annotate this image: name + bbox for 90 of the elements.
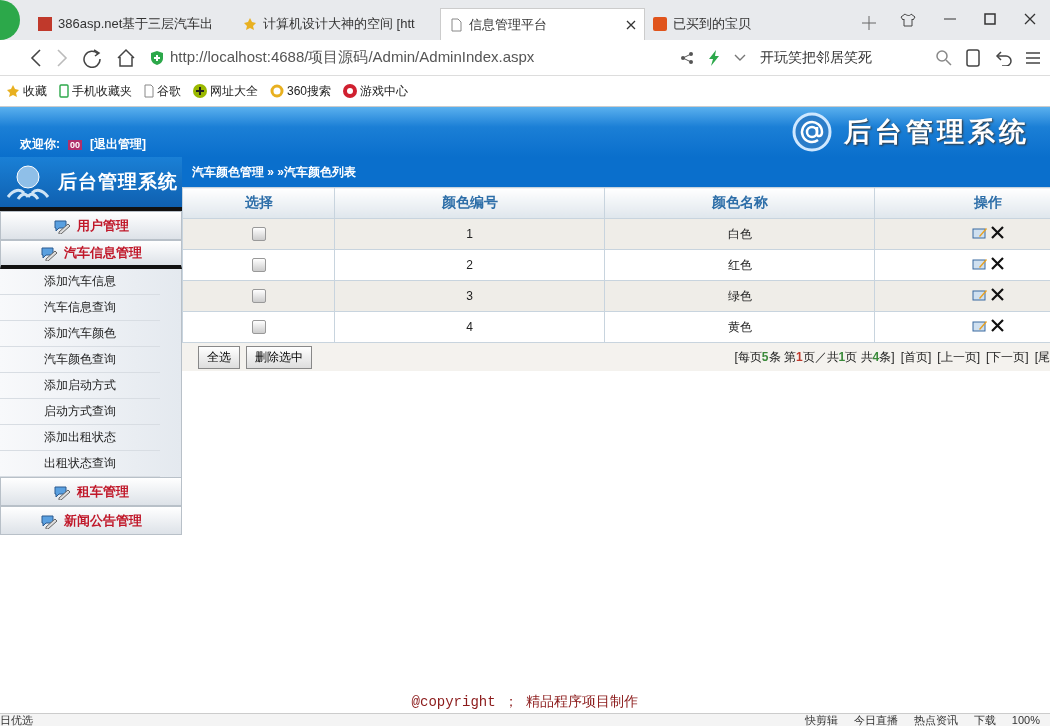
column-header: 操作 <box>874 187 1050 219</box>
pager-link[interactable]: [尾 <box>1034 348 1050 366</box>
menu-item[interactable]: 启动方式查询 <box>0 399 160 425</box>
menu-group-header[interactable]: 用户管理 <box>0 211 182 240</box>
table-cell: 3 <box>334 280 605 312</box>
browser-logo-icon[interactable] <box>0 0 20 40</box>
copyright-text: @copyright ； 精品程序项目制作 <box>411 694 639 710</box>
share-icon[interactable] <box>679 50 694 65</box>
plus-circle-icon <box>193 84 207 98</box>
browser-tab[interactable]: 信息管理平台 <box>440 8 645 40</box>
chevron-down-icon[interactable] <box>733 53 746 62</box>
home-icon[interactable] <box>116 47 136 68</box>
column-header: 颜色名称 <box>604 187 875 219</box>
status-item[interactable]: 快剪辑 <box>804 714 838 726</box>
shield-icon <box>150 49 164 66</box>
folder-pen-icon <box>40 512 58 529</box>
table-cell: 2 <box>334 249 605 281</box>
column-header: 选择 <box>182 187 335 219</box>
lightning-icon[interactable] <box>707 49 720 66</box>
menu-item[interactable]: 添加启动方式 <box>0 373 160 399</box>
table-cell: 4 <box>334 311 605 343</box>
pager-link[interactable]: [首页] <box>900 348 932 366</box>
bookmark-link[interactable]: 游戏中心 <box>343 82 409 100</box>
bookmark-link[interactable]: 收藏 <box>6 82 47 100</box>
action-button[interactable]: 删除选中 <box>246 345 312 369</box>
action-button[interactable]: 全选 <box>198 345 240 369</box>
sidebar-title: 后台管理系统 <box>58 170 178 194</box>
menu-group-header[interactable]: 汽车信息管理 <box>0 240 182 269</box>
table-cell: 白色 <box>604 218 875 250</box>
phone-icon <box>59 84 69 98</box>
star-icon <box>6 84 20 98</box>
undo-icon[interactable] <box>994 49 1012 66</box>
menu-group-header[interactable]: 新闻公告管理 <box>0 506 182 535</box>
table-cell: 绿色 <box>604 280 875 312</box>
row-checkbox[interactable] <box>251 227 266 242</box>
folder-pen-icon <box>53 483 71 500</box>
tab-favicon-icon <box>243 17 257 31</box>
delete-icon[interactable] <box>991 288 1004 301</box>
row-checkbox[interactable] <box>251 320 266 335</box>
menu-item[interactable]: 汽车信息查询 <box>0 295 160 321</box>
delete-icon[interactable] <box>991 319 1004 332</box>
welcome-label: 欢迎你: <box>20 136 60 153</box>
row-checkbox[interactable] <box>251 258 266 273</box>
menu-group-header[interactable]: 租车管理 <box>0 477 182 506</box>
breadcrumb: 汽车颜色管理 » »汽车颜色列表 <box>182 157 1050 187</box>
bookmark-link[interactable]: 网址大全 <box>193 82 258 100</box>
menu-item[interactable]: 添加汽车颜色 <box>0 321 160 347</box>
table-cell: 1 <box>334 218 605 250</box>
delete-icon[interactable] <box>991 257 1004 270</box>
menu-item[interactable]: 汽车颜色查询 <box>0 347 160 373</box>
user-name: 00 <box>68 139 82 150</box>
search-field[interactable]: 开玩笑把邻居笑死 <box>759 48 922 67</box>
folder-pen-icon <box>40 245 58 261</box>
table-cell: 黄色 <box>604 311 875 343</box>
status-item[interactable]: 今日直播 <box>853 714 898 726</box>
search-icon[interactable] <box>936 49 952 66</box>
status-item[interactable]: 100% <box>1011 714 1040 726</box>
shirt-icon[interactable] <box>900 13 916 27</box>
table-cell: 红色 <box>604 249 875 281</box>
maximize-icon[interactable] <box>984 13 996 25</box>
logout-link[interactable]: [退出管理] <box>90 136 146 153</box>
back-icon[interactable] <box>30 48 42 67</box>
close-window-icon[interactable] <box>1024 13 1036 25</box>
menu-icon[interactable] <box>1026 51 1040 64</box>
tab-favicon-icon <box>38 17 52 31</box>
pager-link[interactable]: [上一页] <box>937 348 980 366</box>
tab-favicon-icon <box>653 17 667 31</box>
folder-pen-icon <box>53 217 71 234</box>
page-info: [每页5条 第1页／共1页 共4条] <box>734 348 895 366</box>
at-sign-logo-icon <box>792 112 832 152</box>
url-field[interactable]: http://localhost:4688/项目源码/Admin/AdminIndex.aspx <box>170 48 535 67</box>
bookmark-link[interactable]: 360搜索 <box>270 82 332 100</box>
status-text: 日优选 <box>0 714 33 726</box>
page-icon <box>144 84 154 98</box>
bookmark-link[interactable]: 手机收藏夹 <box>59 82 132 100</box>
status-item[interactable]: 热点资讯 <box>913 714 958 726</box>
pager-link[interactable]: [下一页] <box>986 348 1029 366</box>
row-checkbox[interactable] <box>251 289 266 304</box>
bookmark-link[interactable]: 谷歌 <box>144 82 181 100</box>
close-tab-icon[interactable] <box>626 19 636 30</box>
ring-icon <box>270 84 284 98</box>
status-item[interactable]: 下载 <box>973 714 996 726</box>
reload-icon[interactable] <box>82 47 102 68</box>
delete-icon[interactable] <box>991 226 1004 239</box>
menu-item[interactable]: 添加出租状态 <box>0 425 160 451</box>
tab-favicon-icon <box>449 17 463 32</box>
column-header: 颜色编号 <box>334 187 605 219</box>
header-title: 后台管理系统 <box>844 116 1030 149</box>
phone-icon[interactable] <box>966 48 980 67</box>
menu-item[interactable]: 添加汽车信息 <box>0 269 160 295</box>
